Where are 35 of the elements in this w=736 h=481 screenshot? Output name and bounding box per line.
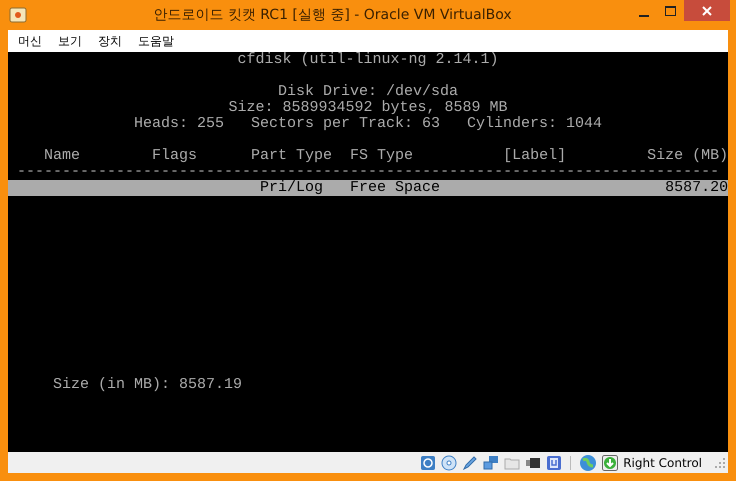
resize-grip-icon[interactable] — [715, 458, 725, 468]
column-header: Name — [43, 148, 82, 164]
prompt-label: Size (in MB): — [53, 376, 170, 393]
column-header: Part Type — [251, 148, 334, 164]
disk-info: Heads: 255 Sectors per Track: 63 Cylinders: 1044 — [134, 115, 602, 132]
optical-disc-icon[interactable] — [441, 454, 458, 470]
column-header: Flags — [152, 148, 198, 164]
menu-item[interactable]: 도움말 — [132, 32, 180, 50]
size-input[interactable]: 8587.19 — [179, 376, 242, 393]
disk-info: Size: 8589934592 bytes, 8589 MB — [228, 99, 508, 116]
network-icon[interactable] — [483, 454, 500, 470]
maximize-icon — [665, 6, 676, 16]
separator-line: ------------------------------------------------------------------------------ — [17, 163, 720, 180]
table-cell-text: Pri/Log — [259, 180, 324, 196]
pen-icon[interactable] — [462, 454, 478, 470]
table-cell-text: 8587.20 — [664, 180, 728, 196]
partition-row[interactable]: Pri/Log Free Space 8587.20 — [8, 180, 728, 196]
window-title: 안드로이드 킷캣 RC1 [실행 중] - Oracle VM VirtualBox — [152, 6, 513, 24]
disk-info: Disk Drive: /dev/sda — [278, 83, 458, 100]
chip-icon[interactable] — [546, 454, 562, 470]
column-header: FS Type — [350, 148, 414, 164]
menu-item[interactable]: 머신 — [12, 32, 48, 50]
column-header: Size (MB) — [647, 148, 728, 164]
program-title: cfdisk (util-linux-ng 2.14.1) — [237, 51, 499, 68]
globe-icon[interactable] — [579, 454, 598, 472]
column-header: [Label] — [503, 148, 568, 164]
menu-item[interactable]: 장치 — [92, 32, 128, 50]
close-button[interactable] — [684, 0, 730, 21]
app-icon — [9, 6, 27, 24]
arrow-down-icon[interactable] — [602, 454, 618, 470]
close-icon — [702, 6, 712, 16]
table-cell-text: Free Space — [350, 180, 442, 196]
minimize-icon — [638, 14, 648, 16]
host-key-label: Right Control — [623, 456, 702, 470]
menu-item[interactable]: 보기 — [52, 32, 88, 50]
